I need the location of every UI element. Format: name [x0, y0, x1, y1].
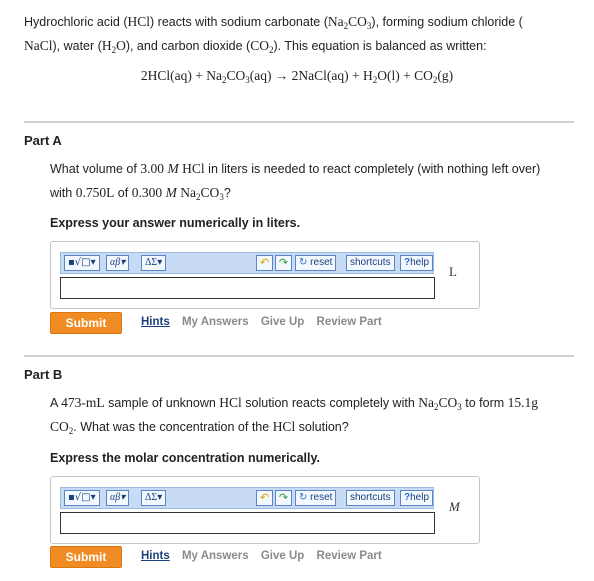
problem-intro: Hydrochloric acid (HCl) reacts with sodi… — [24, 10, 576, 58]
question-text: . What was the concentration of the — [73, 420, 273, 434]
greek-button[interactable]: αβ▾ — [106, 490, 130, 506]
math-toolbar: ▪√□▾ αβ▾ ΔΣ▾ ↶ ↷ ↻ reset shortcuts ?help — [60, 252, 434, 274]
reset-button[interactable]: ↻ reset — [295, 255, 337, 271]
co2-formula: CO2 — [50, 419, 74, 436]
part-a-answer-input[interactable] — [60, 277, 435, 299]
review-part-link[interactable]: Review Part — [317, 316, 382, 328]
question-text: of — [114, 186, 132, 200]
hcl-formula: HCl — [127, 14, 151, 29]
part-a-question: What volume of 3.00 M HCl in liters is n… — [50, 157, 580, 205]
undo-icon[interactable]: ↶ — [256, 490, 273, 506]
h2o-formula: H2O — [101, 38, 126, 55]
reset-button[interactable]: ↻ reset — [295, 490, 337, 506]
shortcuts-button[interactable]: shortcuts — [346, 255, 395, 271]
greek-button[interactable]: αβ▾ — [106, 255, 130, 271]
question-text: What volume of — [50, 162, 141, 176]
question-text: in liters is needed to react completely … — [204, 162, 541, 176]
na2co3-formula: Na2CO3 — [327, 14, 372, 31]
templates-button[interactable]: ▪√□▾ — [64, 255, 100, 271]
part-b-question: A 473-mL sample of unknown HCl solution … — [50, 391, 580, 439]
intro-text: Hydrochloric acid ( — [24, 15, 128, 29]
part-b-answer-input[interactable] — [60, 512, 435, 534]
unit-text: M — [167, 161, 179, 176]
intro-text: ), water ( — [52, 39, 102, 53]
value: 3.00 — [140, 161, 164, 176]
hcl-formula: HCl — [272, 419, 296, 434]
symbols-button[interactable]: ΔΣ▾ — [141, 255, 167, 271]
part-b-unit: M — [449, 499, 460, 514]
part-a-unit: L — [449, 264, 457, 279]
unit-text: g — [531, 395, 538, 410]
value: 15.1 — [507, 395, 532, 410]
question-text: solution? — [295, 420, 349, 434]
intro-text: ) reacts with sodium carbonate ( — [150, 15, 328, 29]
value: 0.750 — [75, 185, 107, 200]
help-button[interactable]: ?help — [400, 255, 433, 271]
undo-icon[interactable]: ↶ — [256, 255, 273, 271]
give-up-link[interactable]: Give Up — [261, 316, 304, 328]
balanced-equation: 2HCl(aq) + Na2CO3(aq) → 2NaCl(aq) + H2O(… — [140, 68, 454, 85]
part-b-answer-box: ▪√□▾ αβ▾ ΔΣ▾ ↶ ↷ ↻ reset shortcuts ?help… — [50, 476, 480, 544]
divider — [24, 355, 574, 357]
symbols-button[interactable]: ΔΣ▾ — [141, 490, 167, 506]
math-toolbar: ▪√□▾ αβ▾ ΔΣ▾ ↶ ↷ ↻ reset shortcuts ?help — [60, 487, 434, 509]
na2co3-formula: Na2CO3 — [418, 395, 462, 412]
give-up-link[interactable]: Give Up — [261, 550, 304, 562]
divider — [24, 121, 574, 123]
part-a-instruction: Express your answer numerically in liter… — [50, 216, 301, 230]
question-text: ? — [223, 186, 231, 200]
reset-label: reset — [310, 257, 333, 268]
my-answers-link[interactable]: My Answers — [182, 316, 249, 328]
intro-text: ), and carbon dioxide ( — [125, 39, 251, 53]
part-b-submit-button[interactable]: Submit — [50, 546, 122, 568]
shortcuts-button[interactable]: shortcuts — [346, 490, 395, 506]
part-b-instruction: Express the molar concentration numerica… — [50, 451, 320, 465]
reset-label: reset — [310, 492, 333, 503]
templates-icon: ▪√□ — [68, 257, 91, 268]
question-text: sample of unknown — [104, 396, 220, 410]
question-text: to form — [461, 396, 508, 410]
part-a-submit-button[interactable]: Submit — [50, 312, 122, 334]
hcl-formula: HCl — [182, 161, 205, 176]
review-part-link[interactable]: Review Part — [317, 550, 382, 562]
hints-link[interactable]: Hints — [141, 550, 170, 562]
part-a-links: Hints My Answers Give Up Review Part — [141, 316, 391, 328]
co2-formula: CO2 — [250, 38, 274, 55]
value: 0.300 — [131, 185, 163, 200]
reset-icon: ↻ — [299, 257, 308, 268]
symbols-label: ΔΣ — [145, 492, 158, 503]
part-b-title: Part B — [24, 367, 63, 382]
redo-icon[interactable]: ↷ — [275, 255, 292, 271]
value: 473 — [61, 395, 82, 410]
templates-button[interactable]: ▪√□▾ — [64, 490, 100, 506]
nacl-formula: NaCl — [24, 38, 53, 53]
greek-label: αβ — [110, 492, 121, 503]
templates-icon: ▪√□ — [68, 492, 91, 503]
part-a-title: Part A — [24, 133, 62, 148]
unit-text: M — [165, 185, 177, 200]
my-answers-link[interactable]: My Answers — [182, 550, 249, 562]
intro-text: ). This equation is balanced as written: — [273, 39, 487, 53]
redo-icon[interactable]: ↷ — [275, 490, 292, 506]
intro-text: ), forming sodium chloride ( — [371, 15, 523, 29]
help-button[interactable]: ?help — [400, 490, 433, 506]
na2co3-formula: Na2CO3 — [180, 185, 224, 202]
greek-label: αβ — [110, 257, 121, 268]
question-text: A — [50, 396, 62, 410]
hcl-formula: HCl — [219, 395, 242, 410]
help-label: help — [410, 257, 430, 268]
unit-text: -mL — [81, 395, 105, 410]
symbols-label: ΔΣ — [145, 257, 158, 268]
question-text: solution reacts completely with — [241, 396, 419, 410]
part-b-links: Hints My Answers Give Up Review Part — [141, 550, 391, 562]
hints-link[interactable]: Hints — [141, 316, 170, 328]
question-text: with — [50, 186, 76, 200]
part-a-answer-box: ▪√□▾ αβ▾ ΔΣ▾ ↶ ↷ ↻ reset shortcuts ?help… — [50, 241, 480, 309]
help-label: help — [410, 492, 430, 503]
reset-icon: ↻ — [299, 492, 308, 503]
